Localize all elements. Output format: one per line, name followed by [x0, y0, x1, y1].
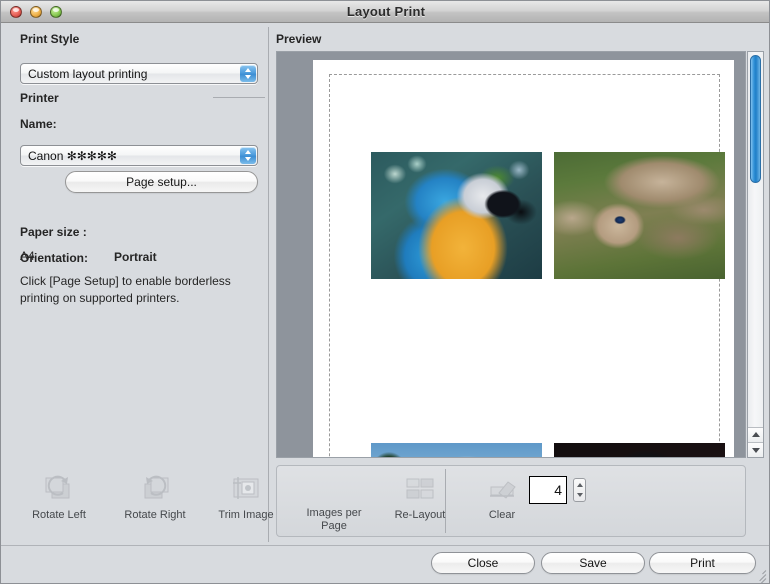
images-per-page-control[interactable]: Images per Page — [289, 465, 379, 537]
rotate-left-label: Rotate Left — [32, 509, 86, 521]
images-per-page-label-line2: Page — [321, 520, 347, 532]
page-setup-button[interactable]: Page setup... — [65, 171, 258, 193]
re-layout-label: Re-Layout — [394, 509, 446, 521]
borderless-hint-text: Click [Page Setup] to enable borderless … — [20, 274, 231, 305]
layout-print-window: Layout Print Print Style Custom layout p… — [0, 0, 770, 584]
clear-label: Clear — [488, 509, 516, 521]
preview-area[interactable] — [276, 51, 746, 458]
images-per-page-stepper[interactable] — [573, 478, 586, 502]
preview-vertical-scrollbar[interactable] — [747, 51, 764, 458]
preview-label: Preview — [276, 32, 322, 46]
rotate-left-button[interactable]: Rotate Left — [11, 465, 107, 537]
printer-section-label: Printer — [20, 91, 59, 105]
rotate-right-button[interactable]: Rotate Right — [107, 465, 203, 537]
scrollbar-track[interactable] — [748, 52, 763, 427]
print-button[interactable]: Print — [649, 552, 756, 574]
preview-photo-sky[interactable] — [371, 443, 542, 457]
rotate-left-icon — [42, 473, 76, 503]
print-style-label: Print Style — [20, 32, 80, 46]
preview-photo-macaw[interactable] — [371, 152, 542, 279]
rotate-right-label: Rotate Right — [124, 509, 186, 521]
preview-photo-child[interactable] — [554, 443, 725, 457]
rotate-right-icon — [138, 473, 172, 503]
chevron-updown-icon — [240, 65, 256, 82]
print-style-select[interactable]: Custom layout printing — [20, 63, 258, 84]
chevron-updown-icon — [240, 147, 256, 164]
resize-grip[interactable] — [753, 567, 767, 583]
printer-value: Canon ✻✻✻✻✻ — [28, 149, 117, 163]
trim-image-label: Trim Image — [218, 509, 274, 521]
preview-photo-tortoise[interactable] — [554, 152, 725, 279]
print-style-value: Custom layout printing — [28, 67, 148, 81]
trim-image-icon — [229, 473, 263, 503]
printer-name-label: Name: — [20, 117, 57, 131]
scrollbar-thumb[interactable] — [750, 55, 761, 183]
scroll-down-icon[interactable] — [748, 442, 763, 457]
window-title: Layout Print — [346, 4, 426, 19]
trim-image-button[interactable]: Trim Image — [201, 465, 291, 537]
title-bar: Layout Print — [1, 1, 769, 23]
scroll-up-icon[interactable] — [748, 427, 763, 442]
re-layout-button[interactable]: Re-Layout — [377, 465, 463, 537]
re-layout-icon — [403, 473, 437, 503]
images-per-page-label-line1: Images per — [306, 507, 362, 519]
preview-page-sheet — [313, 60, 734, 457]
orientation-label: Orientation: — [20, 251, 88, 265]
printer-section-rule — [213, 97, 265, 98]
save-button[interactable]: Save — [541, 552, 645, 574]
close-dialog-button[interactable]: Close — [431, 552, 535, 574]
printer-select[interactable]: Canon ✻✻✻✻✻ — [20, 145, 258, 166]
orientation-value: Portrait — [114, 250, 157, 264]
clear-button[interactable]: Clear — [463, 465, 541, 537]
paper-size-label: Paper size : — [20, 225, 87, 239]
clear-eraser-icon — [485, 473, 519, 503]
